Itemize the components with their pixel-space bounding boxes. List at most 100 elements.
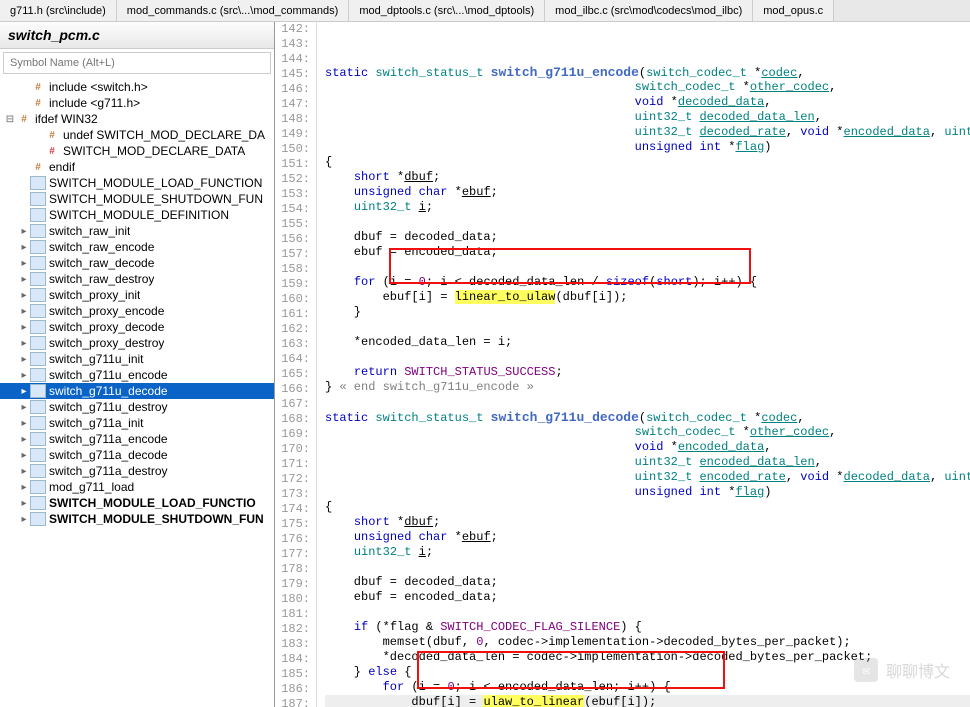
file-tab[interactable]: mod_opus.c [753,0,834,21]
code-line[interactable]: if (*flag & SWITCH_CODEC_FLAG_SILENCE) { [325,620,970,635]
code-line[interactable]: dbuf = decoded_data; [325,575,970,590]
tree-expander-icon[interactable]: ▸ [18,450,30,461]
code-line[interactable]: short *dbuf; [325,515,970,530]
code-line[interactable]: *encoded_data_len = i; [325,335,970,350]
code-line[interactable]: memset(dbuf, 0, codec->implementation->d… [325,635,970,650]
symbol-tree-item[interactable]: ▸mod_g711_load [0,479,274,495]
symbol-tree-item[interactable]: #include <switch.h> [0,79,274,95]
code-line[interactable] [325,260,970,275]
symbol-tree-item[interactable]: ▸switch_proxy_destroy [0,335,274,351]
symbol-tree-item[interactable]: ▸switch_g711u_encode [0,367,274,383]
tree-expander-icon[interactable]: ▸ [18,306,30,317]
symbol-tree-item[interactable]: ▸switch_g711a_destroy [0,463,274,479]
file-tab[interactable]: mod_commands.c (src\...\mod_commands) [117,0,350,21]
symbol-tree-item[interactable]: ▸switch_g711u_destroy [0,399,274,415]
tree-expander-icon[interactable]: ▸ [18,370,30,381]
symbol-tree-item[interactable]: ▸switch_g711u_decode [0,383,274,399]
code-line[interactable]: uint32_t decoded_rate, void *encoded_dat… [325,125,970,140]
code-line[interactable]: uint32_t i; [325,200,970,215]
code-line[interactable]: for (i = 0; i < decoded_data_len / sizeo… [325,275,970,290]
code-line[interactable]: void *encoded_data, [325,440,970,455]
tree-expander-icon[interactable]: ▸ [18,290,30,301]
code-line[interactable]: return SWITCH_STATUS_SUCCESS; [325,365,970,380]
tree-expander-icon[interactable]: ▸ [18,242,30,253]
code-line[interactable]: unsigned int *flag) [325,140,970,155]
code-line[interactable]: unsigned int *flag) [325,485,970,500]
symbol-tree-item[interactable]: ▸switch_g711u_init [0,351,274,367]
symbol-tree-item[interactable]: #endif [0,159,274,175]
symbol-tree-item[interactable]: ▸SWITCH_MODULE_LOAD_FUNCTIO [0,495,274,511]
code-line[interactable]: { [325,155,970,170]
symbol-tree-item[interactable]: ▸switch_raw_destroy [0,271,274,287]
line-number: 149: [275,127,310,142]
symbol-tree-item[interactable]: ▸switch_raw_init [0,223,274,239]
symbol-tree-item[interactable]: SWITCH_MODULE_DEFINITION [0,207,274,223]
symbol-search-input[interactable] [3,52,271,74]
code-line[interactable] [325,560,970,575]
tree-expander-icon[interactable]: ▸ [18,482,30,493]
tree-expander-icon[interactable]: ▸ [18,418,30,429]
tree-expander-icon[interactable]: ▸ [18,258,30,269]
tree-expander-icon[interactable]: ▸ [18,466,30,477]
code-line[interactable]: dbuf[i] = ulaw_to_linear(ebuf[i]); [325,695,970,707]
symbol-tree-item[interactable]: SWITCH_MODULE_SHUTDOWN_FUN [0,191,274,207]
symbol-tree-item[interactable]: ▸switch_proxy_init [0,287,274,303]
tree-expander-icon[interactable]: ▸ [18,322,30,333]
line-number: 152: [275,172,310,187]
tree-expander-icon[interactable]: ▸ [18,402,30,413]
code-line[interactable] [325,395,970,410]
symbol-tree-item[interactable]: ▸switch_g711a_decode [0,447,274,463]
symbol-tree-item[interactable]: ▸switch_g711a_init [0,415,274,431]
symbol-tree-item[interactable]: #include <g711.h> [0,95,274,111]
code-line[interactable]: ebuf[i] = linear_to_ulaw(dbuf[i]); [325,290,970,305]
file-tab[interactable]: mod_dptools.c (src\...\mod_dptools) [349,0,545,21]
tree-expander-icon[interactable]: ▸ [18,498,30,509]
tree-expander-icon[interactable]: ▸ [18,226,30,237]
symbol-tree-item[interactable]: ▸switch_proxy_encode [0,303,274,319]
tree-expander-icon[interactable]: ▸ [18,514,30,525]
symbol-tree-item[interactable]: ▸switch_g711a_encode [0,431,274,447]
code-line[interactable]: ebuf = encoded_data; [325,245,970,260]
symbol-tree-item[interactable]: ▸switch_proxy_decode [0,319,274,335]
code-line[interactable] [325,320,970,335]
tree-expander-icon[interactable]: ▸ [18,354,30,365]
code-editor[interactable]: 142:143:144:145:146:147:148:149:150:151:… [275,22,970,707]
tree-expander-icon[interactable]: ▸ [18,386,30,397]
code-line[interactable]: uint32_t encoded_data_len, [325,455,970,470]
code-line[interactable]: uint32_t i; [325,545,970,560]
symbol-tree-item[interactable]: #undef SWITCH_MOD_DECLARE_DA [0,127,274,143]
code-line[interactable] [325,350,970,365]
code-line[interactable] [325,605,970,620]
code-line[interactable]: { [325,500,970,515]
code-line[interactable]: uint32_t decoded_data_len, [325,110,970,125]
symbol-tree-item[interactable]: ▸SWITCH_MODULE_SHUTDOWN_FUN [0,511,274,527]
code-content[interactable]: static switch_status_t switch_g711u_enco… [317,22,970,707]
code-line[interactable]: for (i = 0; i < encoded_data_len; i++) { [325,680,970,695]
code-line[interactable]: static switch_status_t switch_g711u_enco… [325,65,970,80]
symbol-tree-item[interactable]: SWITCH_MODULE_LOAD_FUNCTION [0,175,274,191]
symbol-tree-item[interactable]: ▸switch_raw_decode [0,255,274,271]
code-line[interactable]: unsigned char *ebuf; [325,530,970,545]
code-line[interactable]: switch_codec_t *other_codec, [325,80,970,95]
tree-expander-icon[interactable]: ▸ [18,338,30,349]
code-line[interactable]: static switch_status_t switch_g711u_deco… [325,410,970,425]
file-tab[interactable]: g711.h (src\include) [0,0,117,21]
code-line[interactable] [325,50,970,65]
file-tab[interactable]: mod_ilbc.c (src\mod\codecs\mod_ilbc) [545,0,753,21]
code-line[interactable]: switch_codec_t *other_codec, [325,425,970,440]
code-line[interactable]: } « end switch_g711u_encode » [325,380,970,395]
tree-expander-icon[interactable]: ▸ [18,434,30,445]
code-line[interactable]: unsigned char *ebuf; [325,185,970,200]
tree-expander-icon[interactable]: ⊟ [4,114,16,125]
symbol-tree-item[interactable]: ⊟#ifdef WIN32 [0,111,274,127]
code-line[interactable]: ebuf = encoded_data; [325,590,970,605]
code-line[interactable]: dbuf = decoded_data; [325,230,970,245]
code-line[interactable]: short *dbuf; [325,170,970,185]
symbol-tree-item[interactable]: ▸switch_raw_encode [0,239,274,255]
tree-expander-icon[interactable]: ▸ [18,274,30,285]
code-line[interactable]: void *decoded_data, [325,95,970,110]
code-line[interactable] [325,215,970,230]
code-line[interactable]: } [325,305,970,320]
code-line[interactable]: uint32_t encoded_rate, void *decoded_dat… [325,470,970,485]
symbol-tree-item[interactable]: #SWITCH_MOD_DECLARE_DATA [0,143,274,159]
